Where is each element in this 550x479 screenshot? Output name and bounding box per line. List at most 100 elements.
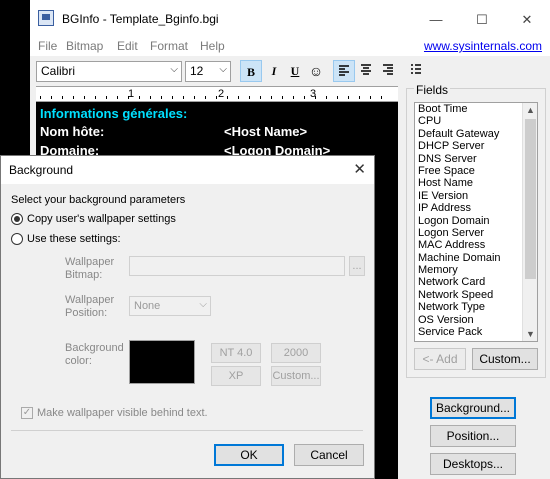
window-title: BGInfo - Template_Bginfo.bgi — [62, 12, 219, 26]
ruler-tick — [150, 96, 151, 99]
close-button[interactable]: ✕ — [504, 6, 550, 34]
insert-field-icon[interactable]: ☺ — [305, 60, 327, 82]
menu-edit[interactable]: Edit — [117, 39, 138, 53]
ok-button[interactable]: OK — [214, 444, 284, 466]
fields-list-item[interactable]: Free Space — [415, 165, 537, 177]
underline-button[interactable]: U — [284, 60, 306, 82]
fields-scrollbar[interactable]: ▲ ▼ — [522, 103, 537, 341]
font-select[interactable]: Calibri ⌵ — [36, 61, 182, 82]
ruler-tick — [260, 96, 261, 99]
visible-checkbox[interactable]: ✓ — [21, 407, 33, 419]
align-left-icon[interactable] — [333, 60, 355, 82]
ruler-tick — [293, 96, 294, 99]
xp-button[interactable]: XP — [211, 366, 261, 386]
scroll-up-icon[interactable]: ▲ — [523, 103, 537, 117]
bullet-list-icon[interactable] — [405, 60, 427, 82]
ruler-tick — [51, 96, 52, 99]
bold-button[interactable]: B — [240, 60, 262, 82]
wallpaper-position-select[interactable]: None ⌵ — [129, 296, 211, 316]
fields-list-item[interactable]: Machine Domain — [415, 252, 537, 264]
ruler-tick — [348, 96, 349, 99]
fields-list-item[interactable]: Network Speed — [415, 289, 537, 301]
ruler-tick — [249, 96, 250, 99]
fields-list[interactable]: Boot Time CPU Default Gateway DHCP Server DN… — [414, 102, 538, 342]
fields-list-item[interactable]: Memory — [415, 264, 537, 276]
ruler-tick — [271, 96, 272, 99]
fields-list-item[interactable]: Default Gateway — [415, 128, 537, 140]
fields-list-item[interactable]: OS Version — [415, 314, 537, 326]
align-center-icon[interactable] — [355, 60, 377, 82]
background-button[interactable]: Background... — [430, 397, 516, 419]
fields-list-item[interactable]: Host Name — [415, 177, 537, 189]
cancel-button[interactable]: Cancel — [294, 444, 364, 466]
ruler: 1 2 3 — [36, 86, 398, 102]
visible-checkbox-label: Make wallpaper visible behind text. — [37, 407, 208, 419]
fields-list-item[interactable]: Service Pack — [415, 326, 537, 338]
ruler-tick — [227, 96, 228, 99]
custom-color-button[interactable]: Custom... — [271, 366, 321, 386]
browse-button[interactable]: ... — [349, 256, 365, 276]
position-button[interactable]: Position... — [430, 425, 516, 447]
fields-list-item[interactable]: MAC Address — [415, 239, 537, 251]
copy-wallpaper-label[interactable]: Copy user's wallpaper settings — [27, 213, 176, 225]
fields-list-item[interactable]: Boot Time — [415, 103, 537, 115]
menu-bitmap[interactable]: Bitmap — [66, 39, 103, 53]
ruler-tick — [84, 96, 85, 99]
nt4-button[interactable]: NT 4.0 — [211, 343, 261, 363]
align-right-icon[interactable] — [377, 60, 399, 82]
editor-heading: Informations générales: — [40, 106, 188, 121]
copy-wallpaper-radio[interactable] — [11, 213, 23, 225]
ruler-tick — [128, 96, 129, 99]
background-color-swatch[interactable] — [129, 340, 195, 384]
menu-format[interactable]: Format — [150, 39, 188, 53]
editor-label: Nom hôte: — [40, 124, 105, 139]
ruler-tick — [370, 96, 371, 99]
desktops-button[interactable]: Desktops... — [430, 453, 516, 475]
ruler-tick — [304, 96, 305, 99]
custom-field-button[interactable]: Custom... — [472, 348, 538, 370]
ruler-tick — [161, 96, 162, 99]
ruler-tick — [216, 96, 217, 99]
ruler-tick — [95, 96, 96, 99]
fields-label: Fields — [414, 83, 451, 97]
title-bar: BGInfo - Template_Bginfo.bgi — ☐ ✕ — [30, 0, 550, 38]
ruler-tick — [73, 96, 74, 99]
bginfo-app-icon — [38, 10, 54, 26]
fields-list-item[interactable]: DHCP Server — [415, 140, 537, 152]
ruler-tick — [282, 96, 283, 99]
fields-list-item[interactable]: CPU — [415, 115, 537, 127]
sysinternals-link[interactable]: www.sysinternals.com — [424, 39, 542, 53]
size-select[interactable]: 12 ⌵ — [185, 61, 231, 82]
minimize-button[interactable]: — — [413, 6, 459, 34]
ruler-tick — [117, 96, 118, 99]
wallpaper-position-label: Wallpaper Position: — [65, 294, 115, 319]
use-settings-radio[interactable] — [11, 233, 23, 245]
menu-help[interactable]: Help — [200, 39, 225, 53]
ruler-tick — [315, 96, 316, 99]
fields-list-item[interactable]: Network Card — [415, 276, 537, 288]
fields-list-item[interactable]: Logon Server — [415, 227, 537, 239]
fields-list-item[interactable]: IP Address — [415, 202, 537, 214]
win2000-button[interactable]: 2000 — [271, 343, 321, 363]
ruler-mark: 2 — [218, 88, 225, 100]
background-dialog: Background ✕ Select your background para… — [0, 155, 375, 479]
fields-list-item[interactable]: Network Type — [415, 301, 537, 313]
fields-list-item[interactable]: DNS Server — [415, 153, 537, 165]
close-icon[interactable]: ✕ — [353, 160, 366, 178]
menu-file[interactable]: File — [38, 39, 57, 53]
fields-items: Boot Time CPU Default Gateway DHCP Server DN… — [415, 103, 537, 338]
scroll-down-icon[interactable]: ▼ — [523, 327, 537, 341]
font-value: Calibri — [41, 64, 76, 78]
wallpaper-bitmap-input[interactable] — [129, 256, 345, 276]
fields-list-item[interactable]: Logon Domain — [415, 215, 537, 227]
add-field-button[interactable]: <- Add — [414, 348, 466, 370]
maximize-button[interactable]: ☐ — [459, 6, 505, 34]
ruler-tick — [106, 96, 107, 99]
scroll-thumb[interactable] — [525, 119, 536, 279]
menu-bar: File Bitmap Edit Format Help www.sysinte… — [30, 38, 550, 56]
size-value: 12 — [190, 64, 204, 78]
italic-button[interactable]: I — [263, 60, 285, 82]
use-settings-label[interactable]: Use these settings: — [27, 233, 121, 245]
fields-list-item[interactable]: IE Version — [415, 190, 537, 202]
ruler-tick — [172, 96, 173, 99]
